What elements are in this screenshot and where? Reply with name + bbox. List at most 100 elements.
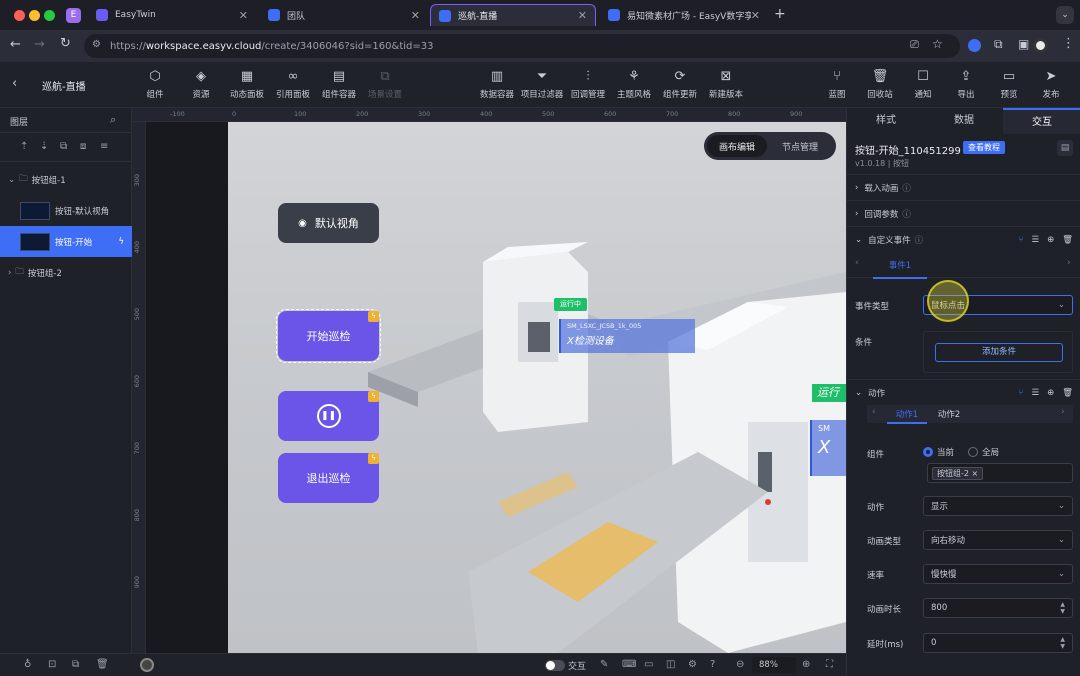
bulb-icon[interactable]: ♁ [24,659,31,670]
tab-search-chevron-icon[interactable]: ⌄ [1056,6,1074,24]
user-avatar[interactable] [1033,38,1048,53]
add-icon[interactable]: ⊕ [1047,235,1054,245]
add-condition-button[interactable]: 添加条件 [935,343,1063,362]
component-tag-select[interactable]: 按钮组-2 × [927,463,1073,483]
tab-style[interactable]: 样式 [847,108,925,134]
add-icon[interactable]: ⊕ [1047,388,1054,398]
radio-current[interactable] [923,447,933,457]
toolbar-ref-panel-button[interactable]: ∞ 引用面板 [268,68,318,100]
scene-viewport[interactable]: 画布编辑 节点管理 ◉ 默认视角 开始巡检 ϟ ❚❚ ϟ 退出巡检 ϟ 运行中 … [228,122,846,653]
site-info-icon[interactable]: ⚙ [92,39,101,50]
section-callback[interactable]: › 回调参数 ⓘ [847,200,1080,226]
node-manage-tab[interactable]: 节点管理 [767,135,833,157]
action-tab-1[interactable]: 动作1 [887,408,927,424]
search-icon[interactable]: ⌕ [110,113,116,127]
toolbar-resource-button[interactable]: ◈ 资源 [176,68,226,100]
browser-menu-icon[interactable]: ⋮ [1062,36,1075,51]
delay-input[interactable]: 0 ▲ ▼ [923,633,1073,653]
interact-toggle[interactable] [545,660,565,671]
toolbar-dynamic-panel-button[interactable]: ▦ 动态面板 [222,68,272,100]
user-avatar[interactable] [140,658,154,672]
move-down-icon[interactable]: ⇣ [40,141,48,152]
maximize-window-dot[interactable] [44,10,55,21]
ungroup-icon[interactable]: ⧈ [80,141,86,152]
fit-screen-icon[interactable]: ⛶ [826,659,833,670]
canvas-edit-tab[interactable]: 画布编辑 [707,135,767,157]
speed-select[interactable]: 慢快慢 ⌄ [923,564,1073,584]
chevron-right-icon[interactable]: › [1061,407,1065,417]
action-tab-2[interactable]: 动作2 [929,408,969,420]
zoom-in-icon[interactable]: ⊕ [802,659,810,670]
list-icon[interactable]: ☰ [1031,235,1039,245]
default-view-button[interactable]: ◉ 默认视角 [278,203,379,243]
delete-icon[interactable]: 🗑 [1062,235,1073,245]
blueprint-icon[interactable]: ⑂ [1018,388,1023,398]
blueprint-icon[interactable]: ⑂ [1018,235,1023,245]
close-window-dot[interactable] [14,10,25,21]
layer-group-2[interactable]: › 🗀 按钮组-2 [0,257,132,288]
chevron-down-icon[interactable]: ⌄ [8,175,15,185]
delete-icon[interactable]: 🗑 [96,659,109,670]
doc-icon[interactable]: ▤ [1057,140,1073,156]
toolbar-callback-button[interactable]: ⫶ 回调管理 [563,68,613,100]
layer-item-start-selected[interactable]: 按钮-开始 ϟ [0,226,132,257]
tab-data[interactable]: 数据 [925,108,1003,134]
cast-icon[interactable]: ⎚ [910,38,919,52]
stepper-icon[interactable]: ▲ ▼ [1060,636,1065,650]
section-custom-event[interactable]: ⌄ 自定义事件 ⓘ ⑂ ☰ ⊕ 🗑 [847,226,1080,252]
split-icon[interactable]: ◫ [666,659,675,670]
zoom-level-field[interactable]: 88% [752,657,796,673]
new-tab-icon[interactable]: + [774,6,786,22]
tutorial-badge[interactable]: 查看教程 [963,141,1005,154]
delete-icon[interactable]: 🗑 [1062,388,1073,398]
forward-arrow-icon[interactable]: → [34,37,45,52]
tab-interaction[interactable]: 交互 [1003,108,1080,134]
edit-icon[interactable]: ✎ [600,659,608,670]
screen-icon[interactable]: ▭ [644,659,653,670]
duration-input[interactable]: 800 ▲ ▼ [923,598,1073,618]
toolbar-update-button[interactable]: ⟳ 组件更新 [655,68,705,100]
chevron-right-icon[interactable]: › [1067,258,1071,268]
minimize-window-dot[interactable] [29,10,40,21]
profile-avatar-icon[interactable]: E [66,8,81,23]
anim-type-select[interactable]: 向右移动 ⌄ [923,530,1073,550]
exit-inspect-button[interactable]: 退出巡检 [278,453,379,503]
group-icon[interactable]: ⧉ [60,141,67,152]
stepper-icon[interactable]: ▲ ▼ [1060,601,1065,615]
toolbar-filter-button[interactable]: ⏷ 项目过滤器 [517,68,567,100]
help-icon[interactable]: ? [710,659,715,670]
close-icon[interactable]: × [972,469,979,478]
copy-icon[interactable]: ⧉ [72,659,79,670]
back-chevron-icon[interactable]: ‹ [12,76,17,91]
toolbar-container-button[interactable]: ▤ 组件容器 [314,68,364,100]
canvas-stage[interactable]: 画布编辑 节点管理 ◉ 默认视角 开始巡检 ϟ ❚❚ ϟ 退出巡检 ϟ 运行中 … [146,122,846,653]
chevron-left-icon[interactable]: ‹ [855,258,859,268]
extensions-puzzle-icon[interactable]: ⧉ [994,37,1003,52]
list-icon[interactable]: ☰ [1031,388,1039,398]
event-tab-1[interactable]: 事件1 [873,259,927,279]
toolbar-scene-settings-button[interactable]: ⧉ 场景设置 [360,68,410,100]
address-input[interactable]: ⚙ https://workspace.easyv.cloud/create/3… [84,34,960,58]
settings-icon[interactable]: ⚙ [688,659,697,670]
section-action[interactable]: ⌄ 动作 ⑂ ☰ ⊕ 🗑 [847,379,1080,405]
tab-cruise-live[interactable]: 巡航-直播 ✕ [430,4,596,26]
code-icon[interactable]: ⌨ [622,659,636,670]
toolbar-publish-button[interactable]: ➤ 发布 [1026,68,1076,100]
lock-icon[interactable]: ⊡ [48,659,56,670]
action-select[interactable]: 显示 ⌄ [923,496,1073,516]
toolbar-data-container-button[interactable]: ▥ 数据容器 [472,68,522,100]
start-inspect-button[interactable]: 开始巡检 [276,309,381,363]
bookmark-star-icon[interactable]: ☆ [932,37,943,51]
tab-close-icon[interactable]: ✕ [411,9,420,22]
tab-team[interactable]: 团队 ✕ [260,4,428,26]
toolbar-theme-button[interactable]: ⚘ 主题风格 [609,68,659,100]
extension-logo-icon[interactable] [968,39,981,52]
back-arrow-icon[interactable]: ← [10,37,21,52]
chevron-left-icon[interactable]: ‹ [872,407,876,417]
tab-close-icon[interactable]: ✕ [578,9,587,22]
tab-close-icon[interactable]: ✕ [751,9,760,22]
section-load-animation[interactable]: › 载入动画 ⓘ [847,174,1080,200]
zoom-out-icon[interactable]: ⊖ [736,659,744,670]
align-icon[interactable]: ≡ [100,141,108,152]
chevron-right-icon[interactable]: › [8,268,11,278]
